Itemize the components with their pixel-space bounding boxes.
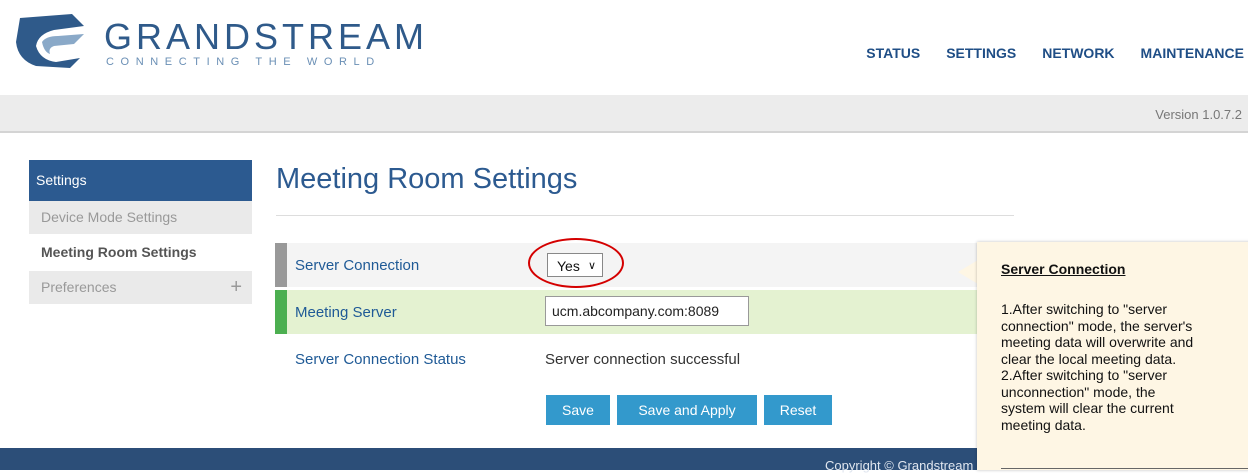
grandstream-logo: GRANDSTREAM CONNECTING THE WORLD xyxy=(14,10,424,70)
server-connection-label: Server Connection xyxy=(295,257,420,274)
annotation-circle xyxy=(528,238,624,288)
sidebar-header: Settings xyxy=(29,160,252,201)
help-tooltip: Server Connection 1.After switching to "… xyxy=(977,242,1248,470)
save-button[interactable]: Save xyxy=(546,395,610,425)
help-line: 2.After switching to "server xyxy=(1001,367,1168,383)
save-and-apply-button[interactable]: Save and Apply xyxy=(617,395,757,425)
version-label: Version 1.0.7.2 xyxy=(1155,107,1242,122)
grandstream-logo-icon xyxy=(16,14,84,68)
footer-copyright: Copyright © Grandstream xyxy=(825,458,974,473)
help-line: system will clear the current xyxy=(1001,400,1174,416)
title-divider xyxy=(276,215,1014,216)
brand-name: GRANDSTREAM xyxy=(104,16,429,57)
nav-maintenance[interactable]: MAINTENANCE xyxy=(1141,45,1244,61)
sidebar-item-device-mode[interactable]: Device Mode Settings xyxy=(29,201,252,236)
reset-button[interactable]: Reset xyxy=(764,395,832,425)
meeting-server-input[interactable] xyxy=(545,296,749,326)
brand-tagline: CONNECTING THE WORLD xyxy=(106,56,381,68)
page-title: Meeting Room Settings xyxy=(276,163,578,195)
server-status-value: Server connection successful xyxy=(545,351,741,368)
sidebar-item-label: Preferences xyxy=(41,279,117,295)
help-text: 1.After switching to "server connection"… xyxy=(1001,301,1246,433)
help-line: 1.After switching to "server xyxy=(1001,301,1168,317)
version-bar: Version 1.0.7.2 xyxy=(0,95,1248,133)
nav-settings[interactable]: SETTINGS xyxy=(946,45,1016,61)
tooltip-arrow xyxy=(958,260,978,284)
sidebar-item-label: Meeting Room Settings xyxy=(41,244,197,260)
help-line: meeting data will overwrite and xyxy=(1001,334,1194,350)
help-line: unconnection" mode, the xyxy=(1001,383,1156,400)
help-line: connection" mode, the server's xyxy=(1001,317,1193,334)
sidebar-item-preferences[interactable]: Preferences + xyxy=(29,271,252,306)
top-nav: STATUS SETTINGS NETWORK MAINTENANCE xyxy=(866,45,1244,61)
sidebar-item-label: Device Mode Settings xyxy=(41,209,178,225)
expand-plus-icon[interactable]: + xyxy=(230,271,242,304)
server-status-label: Server Connection Status xyxy=(295,351,466,368)
nav-network[interactable]: NETWORK xyxy=(1042,45,1114,61)
help-line: clear the local meeting data. xyxy=(1001,350,1177,367)
help-line: meeting data. xyxy=(1001,416,1086,433)
help-divider xyxy=(1001,468,1248,469)
sidebar-item-meeting-room[interactable]: Meeting Room Settings xyxy=(29,236,252,271)
meeting-server-label: Meeting Server xyxy=(295,304,397,321)
nav-status[interactable]: STATUS xyxy=(866,45,920,61)
help-title: Server Connection xyxy=(1001,261,1126,277)
sidebar: Settings Device Mode Settings Meeting Ro… xyxy=(29,160,252,306)
